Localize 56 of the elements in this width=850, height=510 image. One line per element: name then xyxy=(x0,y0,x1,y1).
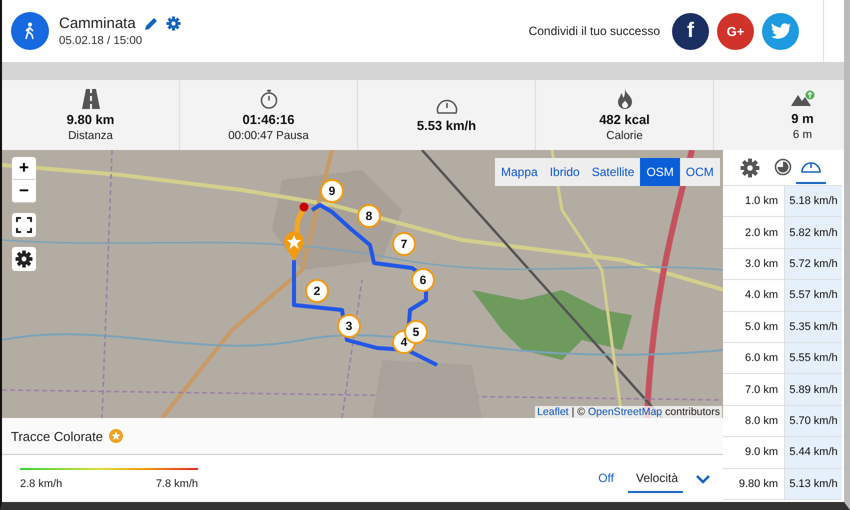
stat-value: 01:46:16 xyxy=(242,112,295,126)
twitter-button[interactable] xyxy=(762,12,799,50)
map-layer-tab[interactable]: OSM xyxy=(640,158,680,186)
map-layer-tab[interactable]: Ibrido xyxy=(544,158,586,186)
pie-clock-icon xyxy=(774,158,792,176)
split-speed: 5.44 km/h xyxy=(785,437,842,468)
star-badge-icon xyxy=(109,429,123,443)
split-speed: 5.89 km/h xyxy=(785,374,842,405)
stopwatch-icon xyxy=(260,88,278,108)
map-layer-tab[interactable]: Mappa xyxy=(495,158,544,186)
bird-icon xyxy=(770,22,790,40)
openstreetmap-link[interactable]: OpenStreetMap xyxy=(588,406,662,418)
stat-label: Calorie xyxy=(606,130,643,142)
road-icon xyxy=(82,88,100,108)
stat-label: 00:00:47 Pausa xyxy=(228,130,309,142)
attribution-text: contributors xyxy=(665,406,720,418)
track-option[interactable]: Velocità xyxy=(628,464,683,492)
min-speed-label: 2.8 km/h xyxy=(20,478,62,490)
fullscreen-button[interactable] xyxy=(12,213,36,237)
stat-label: Distanza xyxy=(68,130,113,142)
split-speed: 5.13 km/h xyxy=(785,468,842,499)
mountain-up-icon xyxy=(790,90,814,108)
settings-icon[interactable] xyxy=(166,16,181,31)
map-settings-button[interactable] xyxy=(12,247,36,271)
split-speed: 5.18 km/h xyxy=(785,186,842,216)
leaflet-link[interactable]: Leaflet xyxy=(537,406,569,418)
facebook-button[interactable]: f xyxy=(672,12,709,50)
stat-value: 482 kcal xyxy=(599,112,650,126)
chevron-down-icon[interactable] xyxy=(695,474,711,484)
colored-tracks-title: Tracce Colorate xyxy=(11,428,103,444)
stat-value: 9.80 km xyxy=(66,112,114,126)
settings-icon[interactable] xyxy=(740,158,760,178)
pencil-icon[interactable] xyxy=(144,16,158,30)
split-speed: 5.70 km/h xyxy=(785,406,842,436)
share-label: Condividi il tuo successo xyxy=(528,24,660,38)
split-speed: 5.82 km/h xyxy=(785,217,842,248)
start-marker[interactable] xyxy=(283,231,305,261)
max-speed-label: 7.8 km/h xyxy=(156,478,198,490)
stat-value: 5.53 km/h xyxy=(416,118,476,133)
google-plus-button[interactable]: G+ xyxy=(717,12,754,50)
walking-icon xyxy=(11,12,49,50)
attribution-separator: | © xyxy=(572,406,585,418)
activity-date: 05.02.18 / 15:00 xyxy=(59,35,144,47)
map-layer-tab[interactable]: OCM xyxy=(680,158,720,186)
split-speed: 5.72 km/h xyxy=(785,248,842,280)
track-option[interactable]: Off xyxy=(590,464,622,492)
activity-title: Camminata xyxy=(59,15,136,32)
flame-icon xyxy=(616,88,632,108)
split-speed: 5.35 km/h xyxy=(785,312,842,342)
split-speed: 5.55 km/h xyxy=(785,342,842,374)
speedometer-icon xyxy=(436,97,458,115)
split-speed: 5.57 km/h xyxy=(785,280,842,311)
stat-label: 6 m xyxy=(792,128,812,140)
zoom-in-button[interactable]: + xyxy=(12,157,36,180)
map-layer-tab[interactable]: Satellite xyxy=(586,158,640,186)
stat-value: 9 m xyxy=(791,110,814,126)
